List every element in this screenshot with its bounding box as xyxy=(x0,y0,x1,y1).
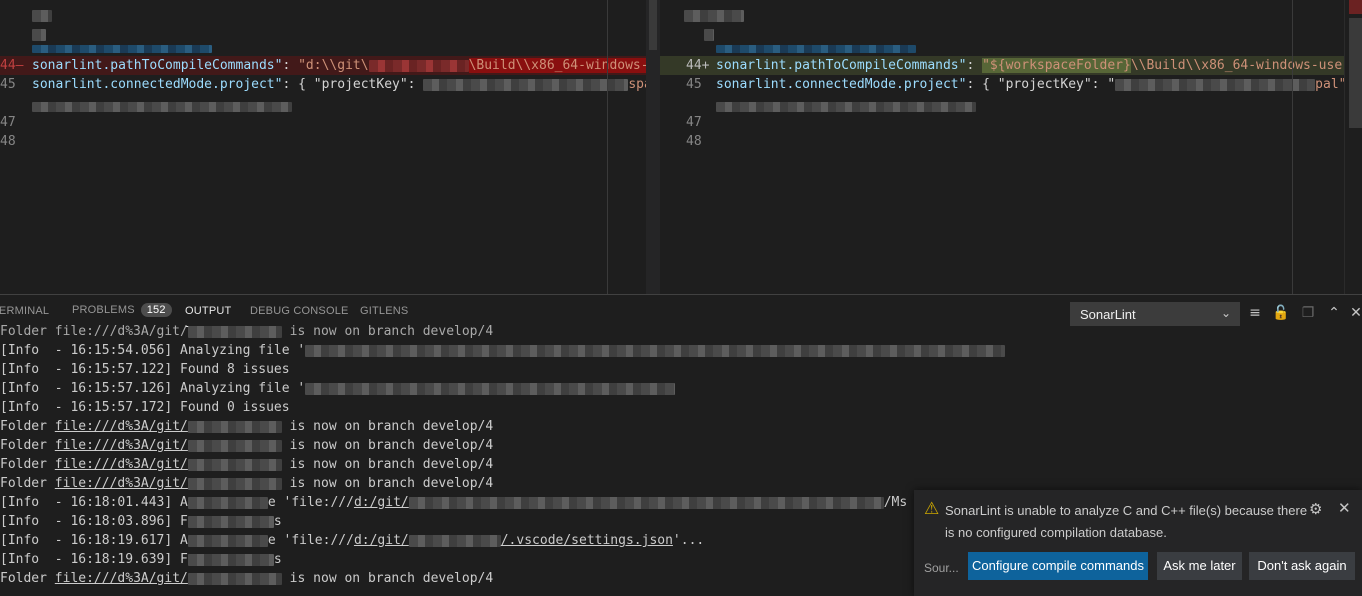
diff-modified-pane[interactable]: 44+ sonarlint.pathToCompileCommands": "$… xyxy=(660,0,1344,294)
diff-line-45: 45 sonarlint.connectedMode.project": { "… xyxy=(686,77,1344,92)
log-line: [Info - 16:18:01.443] Ae 'file:///d:/git… xyxy=(0,495,908,510)
blurred-line xyxy=(0,5,646,24)
sonarlint-notification: ⚠ SonarLint is unable to analyze C and C… xyxy=(914,490,1362,596)
diff-line-48: 48 xyxy=(0,134,16,149)
editor-ruler xyxy=(607,0,608,294)
problems-count-badge: 152 xyxy=(140,303,172,317)
blurred-line xyxy=(660,5,1344,24)
maximize-panel-icon[interactable]: ⌃ xyxy=(1325,304,1343,322)
warning-icon: ⚠ xyxy=(924,499,940,519)
clear-output-icon[interactable]: ≡ xyxy=(1246,304,1264,322)
log-line: Folder file:///d%3A/git/ is now on branc… xyxy=(0,457,494,472)
diff-original-pane[interactable]: 44— sonarlint.pathToCompileCommands": "d… xyxy=(0,0,646,294)
diff-line-48: 48 xyxy=(686,134,702,149)
log-line: [Info - 16:15:57.122] Found 8 issues xyxy=(0,362,290,377)
log-line: [Info - 16:18:19.617] Ae 'file:///d:/git… xyxy=(0,533,705,548)
close-icon[interactable]: ✕ xyxy=(1338,499,1351,517)
log-line: [Info - 16:18:03.896] Fs xyxy=(0,514,282,529)
blurred-line xyxy=(0,38,646,57)
chevron-down-icon: ⌄ xyxy=(1220,306,1231,320)
ask-me-later-button[interactable]: Ask me later xyxy=(1157,552,1242,580)
log-line: Folder file:///d%3A/git/ is now on branc… xyxy=(0,438,494,453)
log-line: [Info - 16:15:54.056] Analyzing file ' xyxy=(0,341,1006,360)
diff-sash[interactable] xyxy=(646,0,660,294)
notification-source: Sour... xyxy=(924,561,959,575)
log-line: Folder file:///d%3A/git/ is now on branc… xyxy=(0,324,494,339)
diff-line-47: 47 xyxy=(0,115,16,130)
diff-line-44-removed: 44— sonarlint.pathToCompileCommands": "d… xyxy=(0,56,646,75)
log-line: Folder file:///d%3A/git/ is now on branc… xyxy=(0,571,494,586)
editor-scrollbar[interactable] xyxy=(1344,0,1362,294)
log-line: [Info - 16:15:57.126] Analyzing file ' xyxy=(0,379,676,398)
log-line: Folder file:///d%3A/git/ is now on branc… xyxy=(0,476,494,491)
notification-message: SonarLint is unable to analyze C and C++… xyxy=(945,503,1308,540)
editor-ruler xyxy=(1292,0,1293,294)
open-log-icon[interactable]: ❐ xyxy=(1299,304,1317,322)
close-panel-icon[interactable]: ✕ xyxy=(1347,304,1362,322)
configure-compile-commands-button[interactable]: Configure compile commands xyxy=(968,552,1148,580)
blurred-line xyxy=(660,38,1344,57)
gear-icon[interactable]: ⚙ xyxy=(1309,500,1322,518)
diff-line-47: 47 xyxy=(686,115,702,130)
log-line: Folder file:///d%3A/git/ is now on branc… xyxy=(0,419,494,434)
dont-ask-again-button[interactable]: Don't ask again xyxy=(1249,552,1355,580)
log-line: [Info - 16:15:57.172] Found 0 issues xyxy=(0,400,290,415)
diff-line-45: 45 sonarlint.connectedMode.project": { "… xyxy=(0,77,646,92)
log-line: [Info - 16:18:19.639] Fs xyxy=(0,552,282,567)
diff-line-44-added: 44+ sonarlint.pathToCompileCommands": "$… xyxy=(660,56,1344,75)
output-channel-select[interactable]: SonarLint ⌄ xyxy=(1070,302,1240,326)
lock-scroll-icon[interactable]: 🔓 xyxy=(1272,304,1290,322)
